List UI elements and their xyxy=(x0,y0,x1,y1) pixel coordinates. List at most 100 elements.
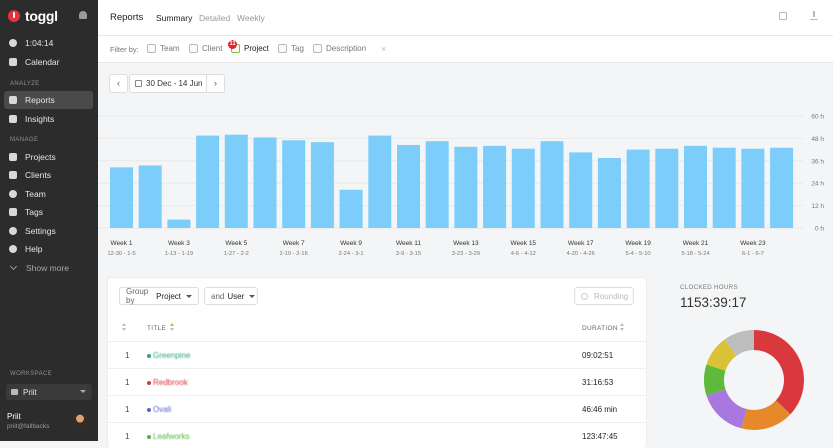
x-tick-label: Week 1 xyxy=(111,240,133,247)
y-tick-label: 60 h xyxy=(811,114,824,121)
sidebar-item-help[interactable]: Help xyxy=(4,240,93,258)
subgroup-label: and xyxy=(211,291,225,301)
sidebar-item-show-more[interactable]: Show more xyxy=(4,259,93,277)
sort-icon[interactable] xyxy=(620,323,624,331)
donut-slice[interactable] xyxy=(706,389,747,429)
tab-detailed[interactable]: Detailed xyxy=(199,13,230,23)
main-content: Reports Summary Detailed Weekly Filter b… xyxy=(98,0,833,448)
bar-week-10[interactable] xyxy=(368,135,392,228)
rounding-button[interactable]: Rounding xyxy=(574,287,634,305)
bar-week-24[interactable] xyxy=(770,147,794,228)
row-count: 1 xyxy=(125,432,130,441)
bar-week-14[interactable] xyxy=(483,145,507,228)
group-by-dropdown[interactable]: Group by Project xyxy=(119,287,199,305)
row-count: 1 xyxy=(125,405,130,414)
bar-week-23[interactable] xyxy=(741,148,765,228)
avatar[interactable] xyxy=(73,413,87,427)
table-row[interactable]: 1 Ovali 46:46 min xyxy=(108,395,646,423)
save-icon[interactable] xyxy=(779,12,787,20)
sort-icon[interactable] xyxy=(170,323,174,331)
sidebar-item-timer[interactable]: 1:04:14 xyxy=(4,34,93,52)
tab-weekly[interactable]: Weekly xyxy=(237,13,265,23)
workspace-name: Priit xyxy=(23,387,37,397)
sidebar-item-settings[interactable]: Settings xyxy=(4,222,93,240)
filter-tag[interactable]: Tag xyxy=(278,44,304,53)
gear-icon xyxy=(9,227,17,235)
sidebar: toggl 1:04:14 Calendar ANALYZE Reports I… xyxy=(0,0,98,441)
sidebar-item-label: Calendar xyxy=(25,57,60,67)
bar-week-6[interactable] xyxy=(253,137,277,228)
weekly-bar-chart: 0 h 12 h 24 h 36 h 48 h 60 h Week 1 12-30 - 1-5… xyxy=(98,114,824,257)
bar-week-20[interactable] xyxy=(655,148,679,228)
bar-week-12[interactable] xyxy=(425,141,449,228)
table-row[interactable]: 1 Leafworks 123:47:45 xyxy=(108,422,646,448)
bar-week-8[interactable] xyxy=(310,142,334,228)
chevron-down-icon xyxy=(186,294,192,298)
x-tick-label: Week 13 xyxy=(453,240,479,247)
bar-week-22[interactable] xyxy=(712,147,736,228)
sidebar-item-clients[interactable]: Clients xyxy=(4,166,93,184)
table-row[interactable]: 1 Greenpine 09:02:51 xyxy=(108,341,646,369)
bar-week-1[interactable] xyxy=(110,167,133,228)
bar-week-11[interactable] xyxy=(397,144,420,228)
sidebar-item-label: Reports xyxy=(25,95,55,105)
sort-icon[interactable] xyxy=(122,323,126,331)
sidebar-item-label: Tags xyxy=(25,207,43,217)
project-color-dot xyxy=(147,354,151,358)
x-tick-sublabel: 5-18 - 5-24 xyxy=(681,251,710,257)
help-icon xyxy=(9,245,17,253)
bar-week-3[interactable] xyxy=(167,219,191,228)
filter-project[interactable]: 11 Project xyxy=(228,40,269,53)
bar-week-18[interactable] xyxy=(597,158,621,228)
bar-week-17[interactable] xyxy=(569,152,593,228)
y-tick-label: 48 h xyxy=(811,136,824,143)
bar-week-19[interactable] xyxy=(626,149,650,228)
bar-week-16[interactable] xyxy=(540,141,564,228)
sidebar-item-projects[interactable]: Projects xyxy=(4,148,93,166)
filter-description[interactable]: Description xyxy=(313,44,366,53)
donut-slice[interactable] xyxy=(754,330,804,415)
clear-filters-button[interactable]: × xyxy=(381,44,386,54)
workspace-select[interactable]: Priit xyxy=(6,384,92,400)
sidebar-item-tags[interactable]: Tags xyxy=(4,203,93,221)
row-title: Ovali xyxy=(153,405,172,414)
sidebar-item-calendar[interactable]: Calendar xyxy=(4,53,93,71)
bar-week-15[interactable] xyxy=(511,148,535,228)
bar-week-9[interactable] xyxy=(339,189,363,228)
y-tick-label: 36 h xyxy=(811,158,824,165)
group-by-value: Project xyxy=(156,291,181,301)
subgroup-dropdown[interactable]: and User xyxy=(204,287,258,305)
bell-icon[interactable] xyxy=(79,11,87,19)
column-header-title[interactable]: TITLE xyxy=(147,325,166,332)
table-row[interactable]: 1 Redbrook 31:16:53 xyxy=(108,368,646,396)
bar-week-21[interactable] xyxy=(684,145,707,228)
date-next-button[interactable]: › xyxy=(206,74,225,93)
calendar-icon xyxy=(135,80,142,87)
logo[interactable]: toggl xyxy=(8,8,58,24)
bar-week-4[interactable] xyxy=(196,135,220,228)
filter-client[interactable]: Client xyxy=(189,44,222,53)
sidebar-item-team[interactable]: Team xyxy=(4,185,93,203)
tab-summary[interactable]: Summary xyxy=(156,13,192,23)
timer-label: 1:04:14 xyxy=(25,38,54,48)
download-icon[interactable] xyxy=(810,11,818,20)
row-title: Greenpine xyxy=(153,351,191,360)
section-label-manage: MANAGE xyxy=(10,137,39,143)
sidebar-item-insights[interactable]: Insights xyxy=(4,110,93,128)
filter-team[interactable]: Team xyxy=(147,44,180,53)
date-prev-button[interactable]: ‹ xyxy=(109,74,128,93)
project-donut-chart xyxy=(704,330,804,430)
chevron-down-icon xyxy=(9,262,18,271)
column-header-duration[interactable]: DURATION xyxy=(582,325,618,332)
filter-count-badge: 11 xyxy=(228,40,237,49)
bar-week-5[interactable] xyxy=(224,134,248,228)
bar-week-2[interactable] xyxy=(138,165,162,228)
user-name[interactable]: Priit xyxy=(7,412,21,421)
sidebar-item-reports[interactable]: Reports xyxy=(4,91,93,109)
row-duration: 31:16:53 xyxy=(582,378,614,387)
bar-week-13[interactable] xyxy=(454,146,478,228)
rounding-label: Rounding xyxy=(594,291,629,301)
bar-week-7[interactable] xyxy=(282,140,306,228)
rounding-icon xyxy=(581,292,588,300)
clocked-hours-panel: CLOCKED HOURS 1153:39:17 xyxy=(671,278,831,441)
